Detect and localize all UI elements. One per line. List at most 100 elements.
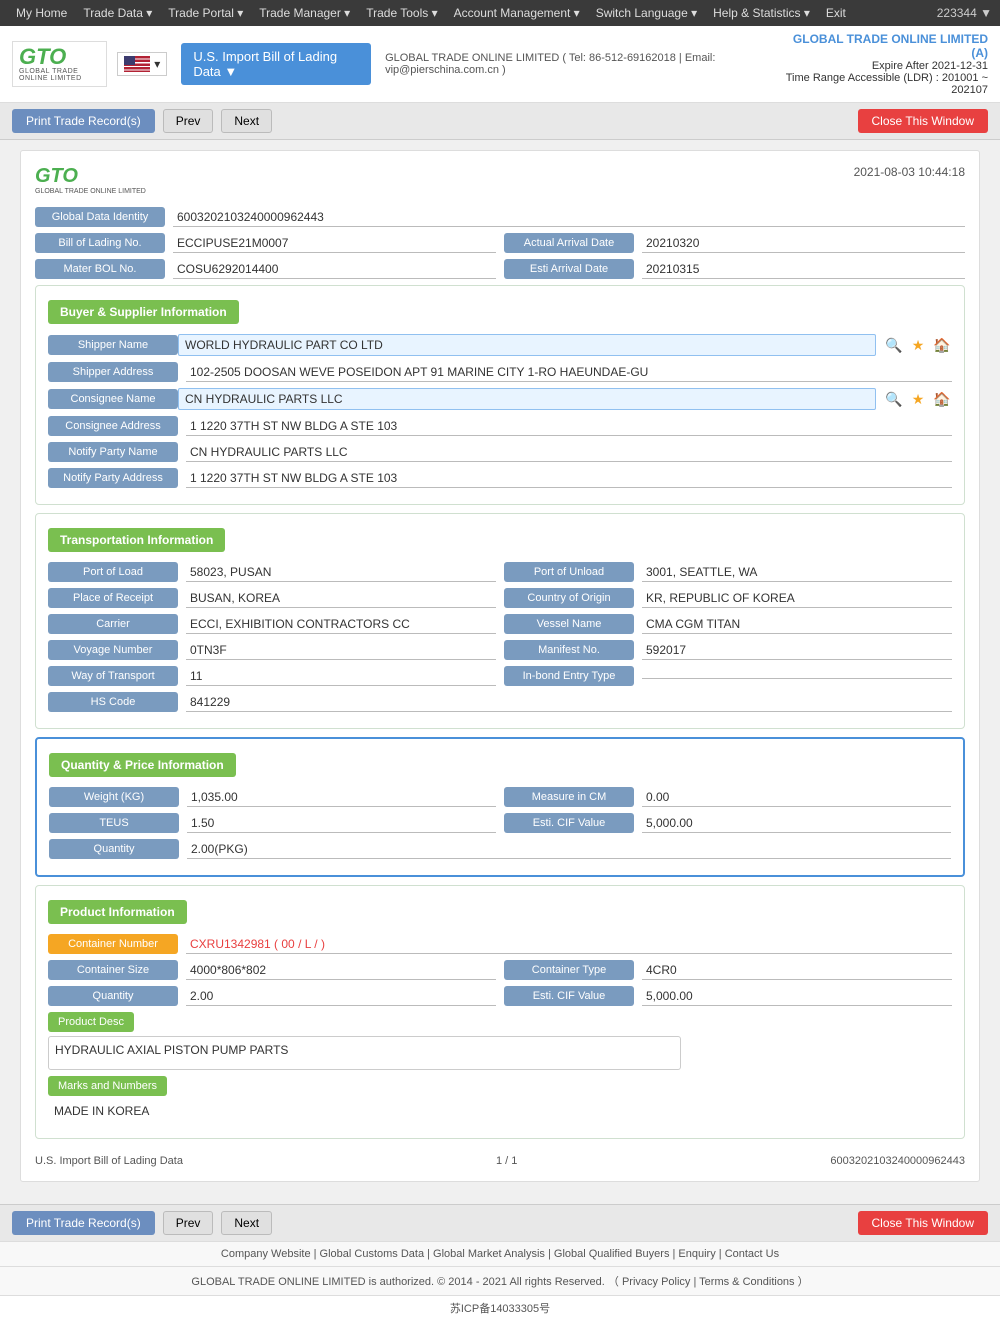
teus-label: TEUS [49,813,179,833]
close-window-bottom-button[interactable]: Close This Window [858,1211,988,1235]
mater-bol-value: COSU6292014400 [173,260,496,279]
page-header: GTO GLOBAL TRADE ONLINE LIMITED ▾ U.S. I… [0,26,1000,103]
product-quantity-value: 2.00 [186,987,496,1006]
port-of-load-value: 58023, PUSAN [186,563,496,582]
port-of-load-label: Port of Load [48,562,178,582]
nav-trade-manager[interactable]: Trade Manager ▾ [251,0,358,26]
shipper-star-icon[interactable]: ★ [908,335,928,355]
notify-party-name-row: Notify Party Name CN HYDRAULIC PARTS LLC [48,442,952,462]
consignee-address-row: Consignee Address 1 1220 37TH ST NW BLDG… [48,416,952,436]
carrier-value: ECCI, EXHIBITION CONTRACTORS CC [186,615,496,634]
voyage-row: Voyage Number 0TN3F Manifest No. 592017 [48,640,952,660]
consignee-star-icon[interactable]: ★ [908,389,928,409]
shipper-action-icons: 🔍 ★ 🏠 [884,335,952,355]
product-desc-area: Product Desc HYDRAULIC AXIAL PISTON PUMP… [48,1012,952,1070]
port-of-unload-value: 3001, SEATTLE, WA [642,563,952,582]
next-button[interactable]: Next [221,109,272,133]
product-desc-button[interactable]: Product Desc [48,1012,134,1032]
product-esti-cif-label: Esti. CIF Value [504,986,634,1006]
transportation-section: Transportation Information Port of Load … [35,513,965,729]
shipper-address-label: Shipper Address [48,362,178,382]
carrier-row: Carrier ECCI, EXHIBITION CONTRACTORS CC … [48,614,952,634]
container-type-value: 4CR0 [642,961,952,980]
nav-trade-tools[interactable]: Trade Tools ▾ [358,0,445,26]
product-quantity-label: Quantity [48,986,178,1006]
database-selector[interactable]: U.S. Import Bill of Lading Data ▼ [181,43,371,85]
notify-party-name-label: Notify Party Name [48,442,178,462]
hs-code-label: HS Code [48,692,178,712]
actual-arrival-value: 20210320 [642,234,965,253]
top-navigation: My Home Trade Data ▾ Trade Portal ▾ Trad… [0,0,1000,26]
container-number-row: Container Number CXRU1342981 ( 00 / L / … [48,934,952,954]
bol-no-label: Bill of Lading No. [35,233,165,253]
container-number-button[interactable]: Container Number [48,934,178,954]
quantity-price-section: Quantity & Price Information Weight (KG)… [35,737,965,877]
actual-arrival-label: Actual Arrival Date [504,233,634,253]
shipper-name-label: Shipper Name [48,335,178,355]
product-header: Product Information [48,900,187,924]
nav-account-management[interactable]: Account Management ▾ [446,0,588,26]
quantity-row: Quantity 2.00(PKG) [49,839,951,859]
close-window-button[interactable]: Close This Window [858,109,988,133]
consignee-name-value: CN HYDRAULIC PARTS LLC [178,388,876,410]
product-quantity-row: Quantity 2.00 Esti. CIF Value 5,000.00 [48,986,952,1006]
us-flag-icon [124,56,150,72]
next-bottom-button[interactable]: Next [221,1211,272,1235]
manifest-no-value: 592017 [642,641,952,660]
consignee-home-icon[interactable]: 🏠 [932,389,952,409]
esti-cif-value: 5,000.00 [642,814,951,833]
shipper-home-icon[interactable]: 🏠 [932,335,952,355]
notify-party-address-value: 1 1220 37TH ST NW BLDG A STE 103 [186,469,952,488]
consignee-action-icons: 🔍 ★ 🏠 [884,389,952,409]
in-bond-entry-value [642,674,952,679]
global-data-identity-value: 6003202103240000962443 [173,208,965,227]
nav-switch-language[interactable]: Switch Language ▾ [588,0,705,26]
marks-numbers-value: MADE IN KOREA [48,1100,952,1122]
esti-arrival-value: 20210315 [642,260,965,279]
mater-bol-row: Mater BOL No. COSU6292014400 Esti Arriva… [35,259,965,279]
nav-trade-data[interactable]: Trade Data ▾ [75,0,160,26]
consignee-search-icon[interactable]: 🔍 [884,389,904,409]
bol-row: Bill of Lading No. ECCIPUSE21M0007 Actua… [35,233,965,253]
quantity-price-header: Quantity & Price Information [49,753,236,777]
footer-icp: 苏ICP备14033305号 [0,1295,1000,1320]
marks-numbers-button[interactable]: Marks and Numbers [48,1076,167,1096]
voyage-number-label: Voyage Number [48,640,178,660]
bottom-toolbar: Print Trade Record(s) Prev Next Close Th… [0,1204,1000,1241]
container-number-value: CXRU1342981 ( 00 / L / ) [186,935,952,954]
voyage-number-value: 0TN3F [186,641,496,660]
place-of-receipt-value: BUSAN, KOREA [186,589,496,608]
flag-selector[interactable]: ▾ [117,52,167,76]
nav-trade-portal[interactable]: Trade Portal ▾ [160,0,251,26]
container-size-row: Container Size 4000*806*802 Container Ty… [48,960,952,980]
global-data-identity-row: Global Data Identity 6003202103240000962… [35,207,965,227]
record-header: GTO GLOBAL TRADE ONLINE LIMITED 2021-08-… [35,165,965,195]
product-section: Product Information Container Number CXR… [35,885,965,1139]
mater-bol-label: Mater BOL No. [35,259,165,279]
print-button[interactable]: Print Trade Record(s) [12,109,155,133]
flag-dropdown-arrow: ▾ [154,57,160,71]
quantity-value: 2.00(PKG) [187,840,951,859]
buyer-supplier-section: Buyer & Supplier Information Shipper Nam… [35,285,965,505]
record-footer-db: U.S. Import Bill of Lading Data [35,1155,183,1167]
record-card: GTO GLOBAL TRADE ONLINE LIMITED 2021-08-… [20,150,980,1182]
shipper-search-icon[interactable]: 🔍 [884,335,904,355]
prev-button[interactable]: Prev [163,109,214,133]
nav-help-statistics[interactable]: Help & Statistics ▾ [705,0,818,26]
logo-box: GTO GLOBAL TRADE ONLINE LIMITED [12,41,107,87]
contact-info: GLOBAL TRADE ONLINE LIMITED ( Tel: 86-51… [385,52,778,76]
record-logo-text: GTO [35,165,195,188]
place-of-receipt-label: Place of Receipt [48,588,178,608]
nav-my-home[interactable]: My Home [8,0,75,26]
prev-bottom-button[interactable]: Prev [163,1211,214,1235]
nav-exit[interactable]: Exit [818,0,854,26]
way-of-transport-label: Way of Transport [48,666,178,686]
top-toolbar: Print Trade Record(s) Prev Next Close Th… [0,103,1000,140]
carrier-label: Carrier [48,614,178,634]
weight-row: Weight (KG) 1,035.00 Measure in CM 0.00 [49,787,951,807]
country-of-origin-value: KR, REPUBLIC OF KOREA [642,589,952,608]
print-bottom-button[interactable]: Print Trade Record(s) [12,1211,155,1235]
record-logo: GTO GLOBAL TRADE ONLINE LIMITED [35,165,195,195]
consignee-address-value: 1 1220 37TH ST NW BLDG A STE 103 [186,417,952,436]
logo-subtitle: GLOBAL TRADE ONLINE LIMITED [19,68,100,82]
